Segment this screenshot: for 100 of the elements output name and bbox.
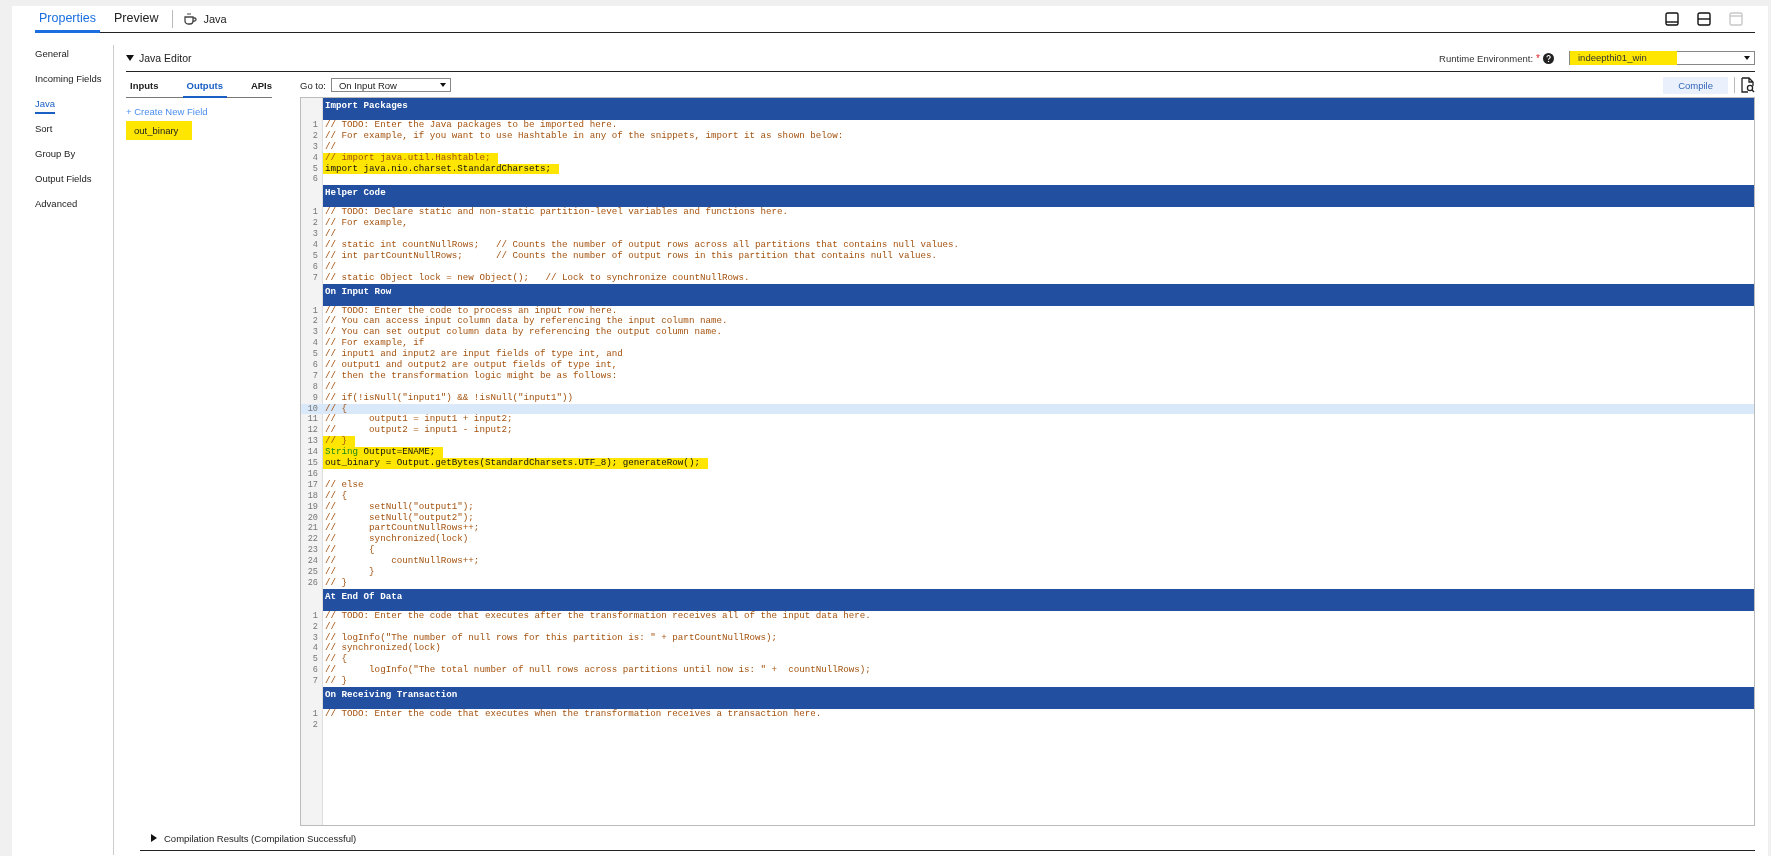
required-mark: *	[1536, 52, 1540, 64]
line-number: 16	[306, 468, 319, 480]
line-number: 22	[306, 534, 319, 546]
line-number: 14	[306, 447, 319, 459]
line-number: 21	[306, 523, 319, 535]
line-number: 13	[306, 436, 319, 448]
code-line: // output2 = input1 - input2;	[324, 425, 514, 436]
code-line: // then the transformation logic might be as follows:	[324, 370, 619, 382]
code-line: // logInfo("The total number of null rows across partitions until now is: " + countNullRows);	[324, 665, 872, 676]
line-number: 2	[311, 719, 319, 731]
code-line: // logInfo("The number of null rows for this partition is: " + partCountNullRows);	[324, 632, 779, 643]
field-item[interactable]: out_binary	[126, 121, 192, 140]
line-number: 5	[311, 163, 319, 175]
line-number: 6	[311, 261, 319, 273]
nav-item[interactable]: Sort	[35, 122, 53, 139]
section-header: On Receiving Transaction	[323, 686, 1754, 709]
line-number: 6	[311, 174, 319, 186]
code-line: // else	[324, 479, 365, 491]
compile-button[interactable]: Compile	[1663, 76, 1728, 94]
code-line: // {	[324, 490, 349, 502]
line-number: 23	[306, 545, 319, 557]
nav-item[interactable]: Incoming Fields	[35, 72, 102, 89]
code-line: // }	[324, 566, 376, 578]
code-line: // output1 = input1 + input2;	[324, 414, 514, 425]
line-number: 24	[306, 556, 319, 567]
code-line: // input1 and input2 are input fields of type int, and	[324, 349, 624, 360]
code-line: // {	[324, 545, 376, 556]
help-icon[interactable]	[1543, 52, 1554, 64]
line-number: 10	[306, 403, 319, 415]
line-number: 4	[311, 338, 319, 350]
create-field-link[interactable]: + Create New Field	[126, 106, 208, 117]
code-line: // For example, if you want to use Hashtable in any of the snippets, import it as shown below:	[324, 130, 845, 142]
coffee-cup-icon	[183, 12, 198, 26]
line-number: 15	[306, 458, 319, 469]
field-tab[interactable]: APIs	[246, 75, 277, 98]
split-view-icon[interactable]	[1697, 12, 1711, 26]
code-line: //	[324, 229, 338, 240]
line-number: 3	[311, 327, 319, 339]
line-number: 12	[306, 425, 319, 437]
line-number: 3	[311, 632, 319, 644]
code-line: // TODO: Declare static and non-static partition-level variables and functions here.	[324, 207, 790, 218]
line-number: 4	[311, 152, 319, 164]
compilation-results[interactable]: Compilation Results (Compilation Successful)	[164, 832, 357, 844]
line-number: 4	[311, 240, 319, 251]
section-title: Java Editor	[139, 52, 192, 64]
code-line: // setNull("output2");	[324, 512, 475, 523]
code-line: // {	[324, 403, 349, 414]
line-number: 6	[311, 665, 319, 677]
runtime-select[interactable]: indeepthi01_win	[1569, 51, 1755, 65]
code-line: //	[324, 621, 338, 633]
code-line: // TODO: Enter the code that executes after the transformation receives all of the input data here.	[324, 610, 872, 622]
nav-item[interactable]: General	[35, 47, 69, 64]
line-number: 17	[306, 479, 319, 491]
section-header: Import Packages	[323, 98, 1754, 120]
code-line: // TODO: Enter the code to process an input row here.	[324, 305, 619, 316]
line-number: 7	[311, 676, 319, 687]
nav-item[interactable]: Java	[35, 97, 56, 114]
code-line: // TODO: Enter the Java packages to be imported here.	[324, 120, 619, 131]
goto-select[interactable]: On Input Row	[330, 78, 451, 92]
code-line: // static Object lock = new Object(); // Lock to synchronize countNullRows.	[324, 272, 751, 284]
collapse-triangle-icon[interactable]	[126, 54, 134, 62]
line-number: 7	[311, 370, 319, 382]
line-number: 18	[306, 490, 319, 502]
bottom-panel-icon[interactable]	[1665, 12, 1679, 26]
field-tab[interactable]: Inputs	[126, 75, 163, 98]
nav-item[interactable]: Group By	[35, 147, 76, 164]
code-line: // You can set output column data by referencing the output column name.	[324, 327, 723, 338]
document-search-icon[interactable]	[1741, 77, 1755, 93]
runtime-label: Runtime Environment:	[1439, 52, 1534, 64]
section-header: At End Of Data	[323, 588, 1754, 611]
line-number: 3	[311, 229, 319, 240]
line-number: 9	[311, 392, 319, 404]
line-number: 20	[306, 512, 319, 524]
line-number: 5	[311, 250, 319, 262]
code-line: // You can access input column data by referencing the input column name.	[324, 316, 729, 327]
code-line: // For example, if	[324, 338, 426, 349]
line-number: 1	[311, 708, 319, 720]
line-number: 5	[311, 349, 319, 361]
line-number: 1	[311, 207, 319, 219]
code-editor[interactable]	[300, 97, 1755, 826]
code-line: // {	[324, 654, 349, 665]
section-header: Helper Code	[323, 185, 1754, 208]
expand-triangle-icon[interactable]	[150, 834, 158, 842]
code-line: // synchronized(lock)	[324, 534, 470, 545]
nav-item[interactable]: Advanced	[35, 197, 78, 214]
code-line: // int partCountNullRows; // Counts the number of output rows in this partition that contains null values.	[324, 250, 938, 262]
line-number: 8	[311, 381, 319, 393]
goto-label: Go to:	[300, 79, 326, 91]
nav-item[interactable]: Output Fields	[35, 172, 92, 189]
line-number: 1	[311, 305, 319, 317]
code-line: // if(!isNull("input1") && !isNull("input1"))	[324, 392, 575, 404]
properties-tab[interactable]: Preview	[110, 6, 163, 33]
line-number: 7	[311, 272, 319, 284]
line-number: 1	[311, 610, 319, 622]
properties-tab[interactable]: Properties	[35, 6, 100, 33]
line-number: 2	[311, 218, 319, 230]
field-tab[interactable]: Outputs	[182, 75, 227, 98]
line-number: 19	[306, 501, 319, 513]
code-line: //	[324, 141, 338, 153]
code-line: // TODO: Enter the code that executes when the transformation receives a transaction here.	[324, 708, 823, 720]
